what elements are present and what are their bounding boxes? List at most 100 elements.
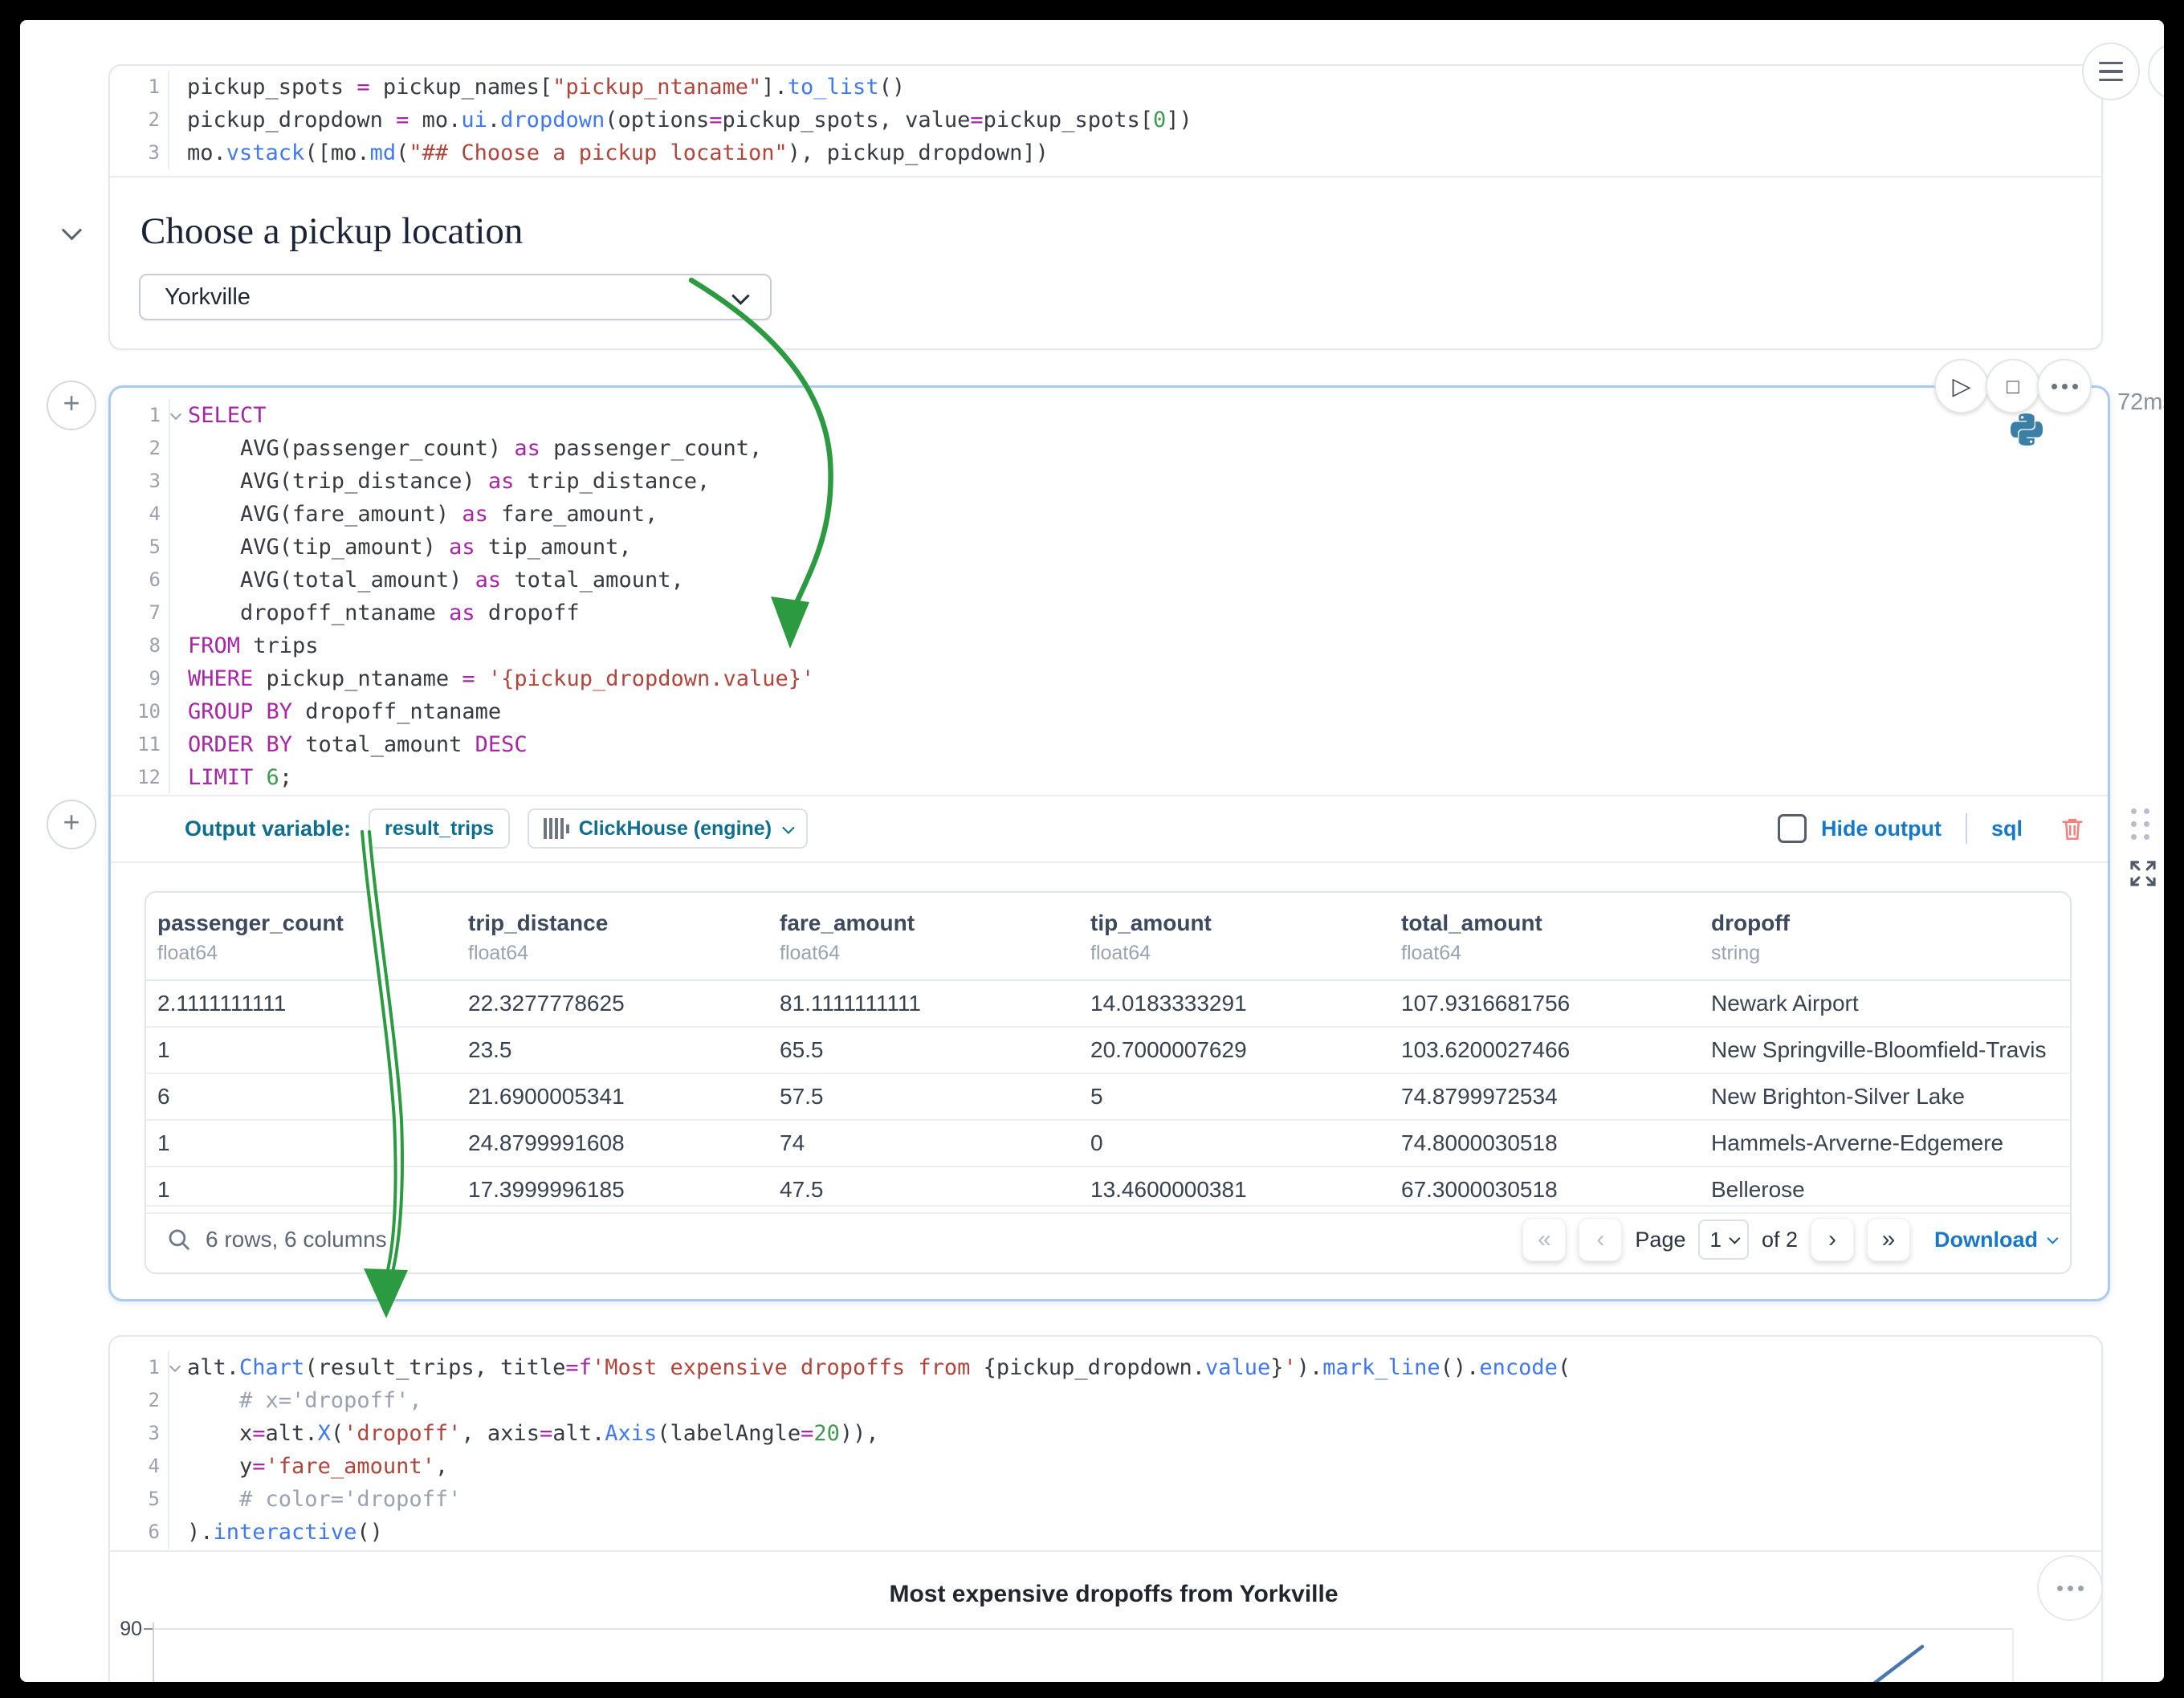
pagination: « ‹ Page 1 of 2 › » Download bbox=[1522, 1218, 2056, 1261]
line-number: 8 bbox=[111, 629, 169, 662]
table-cell: 0 bbox=[1079, 1130, 1390, 1156]
column-name: total_amount bbox=[1401, 910, 1700, 936]
line-number: 12 bbox=[111, 761, 169, 794]
clickhouse-icon bbox=[544, 818, 569, 839]
code-editor[interactable]: 1alt.Chart(result_trips, title=f'Most ex… bbox=[110, 1337, 2101, 1552]
table-row[interactable]: 123.565.520.7000007629103.6200027466New … bbox=[146, 1028, 2070, 1074]
next-page-button[interactable]: › bbox=[1811, 1218, 1854, 1261]
table-cell: Bellerose bbox=[1700, 1177, 2070, 1203]
stop-cell-button[interactable]: □ bbox=[1986, 359, 2040, 413]
pickup-location-dropdown[interactable]: Yorkville bbox=[139, 274, 772, 320]
table-row[interactable]: 124.879999160874074.8000030518Hammels-Ar… bbox=[146, 1121, 2070, 1167]
code-text: pickup_dropdown = mo.ui.dropdown(options… bbox=[168, 104, 2101, 136]
page-value: 1 bbox=[1709, 1228, 1721, 1252]
table-cell: 23.5 bbox=[457, 1037, 768, 1063]
column-header[interactable]: passenger_countfloat64 bbox=[146, 910, 457, 979]
line-number: 6 bbox=[110, 1516, 168, 1549]
chevron-down-icon bbox=[62, 220, 82, 240]
y-axis-line bbox=[153, 1623, 154, 1682]
add-cell-button[interactable]: + bbox=[47, 800, 96, 849]
column-name: dropoff bbox=[1711, 910, 2070, 936]
table-body: 2.111111111122.327777862581.111111111114… bbox=[146, 981, 2070, 1214]
column-header[interactable]: total_amountfloat64 bbox=[1390, 910, 1700, 979]
code-text: alt.Chart(result_trips, title=f'Most exp… bbox=[168, 1351, 2101, 1384]
line-number: 9 bbox=[111, 662, 169, 695]
table-cell: 74.8000030518 bbox=[1390, 1130, 1700, 1156]
menu-button[interactable] bbox=[2082, 43, 2140, 100]
page-select[interactable]: 1 bbox=[1698, 1220, 1748, 1260]
table-cell: 107.9316681756 bbox=[1390, 991, 1700, 1016]
line-number: 3 bbox=[110, 136, 168, 169]
delete-cell-button[interactable] bbox=[2058, 814, 2087, 843]
add-cell-button[interactable]: + bbox=[47, 381, 96, 430]
gridline bbox=[154, 1628, 2014, 1630]
expand-cell-button[interactable] bbox=[2125, 855, 2162, 896]
code-text: LIMIT 6; bbox=[169, 761, 2108, 794]
table-cell: 103.6200027466 bbox=[1390, 1037, 1700, 1063]
ellipsis-icon bbox=[2052, 384, 2078, 389]
line-number: 1 bbox=[110, 1351, 168, 1384]
code-line: 3 AVG(trip_distance) as trip_distance, bbox=[111, 465, 2108, 498]
column-header[interactable]: trip_distancefloat64 bbox=[457, 910, 768, 979]
language-badge[interactable]: sql bbox=[1991, 816, 2023, 841]
code-text: # x='dropoff', bbox=[168, 1384, 2101, 1417]
chevron-down-icon bbox=[731, 287, 750, 305]
table-cell: 13.4600000381 bbox=[1079, 1177, 1390, 1203]
column-header[interactable]: tip_amountfloat64 bbox=[1079, 910, 1390, 979]
line-number: 5 bbox=[111, 531, 169, 564]
plot-border bbox=[2012, 1628, 2014, 1682]
chart-cell: 1alt.Chart(result_trips, title=f'Most ex… bbox=[108, 1335, 2103, 1682]
output-variable-label: Output variable: bbox=[185, 816, 351, 841]
code-text: x=alt.X('dropoff', axis=alt.Axis(labelAn… bbox=[168, 1417, 2101, 1450]
table-cell: 21.6900005341 bbox=[457, 1084, 768, 1110]
stop-icon: □ bbox=[2007, 374, 2019, 399]
chevron-down-icon bbox=[2047, 1233, 2058, 1244]
column-header[interactable]: dropoffstring bbox=[1700, 910, 2070, 979]
table-cell: 17.3999996185 bbox=[457, 1177, 768, 1203]
code-line: 10GROUP BY dropoff_ntaname bbox=[111, 695, 2108, 728]
first-page-button[interactable]: « bbox=[1522, 1218, 1566, 1261]
row-count-summary: 6 rows, 6 columns bbox=[206, 1227, 387, 1252]
chart-title: Most expensive dropoffs from Yorkville bbox=[889, 1581, 1338, 1608]
table-cell: 81.1111111111 bbox=[768, 991, 1079, 1016]
collapse-output-button[interactable] bbox=[63, 224, 78, 242]
engine-label: ClickHouse (engine) bbox=[579, 817, 772, 841]
engine-selector[interactable]: ClickHouse (engine) bbox=[528, 808, 808, 849]
cell-options-button[interactable] bbox=[2037, 359, 2092, 413]
code-line: 5 # color='dropoff' bbox=[110, 1483, 2101, 1516]
table-cell: 2.1111111111 bbox=[146, 991, 457, 1016]
search-icon[interactable] bbox=[165, 1226, 193, 1253]
code-text: AVG(fare_amount) as fare_amount, bbox=[169, 498, 2108, 531]
table-row[interactable]: 621.690000534157.5574.8799972534New Brig… bbox=[146, 1074, 2070, 1121]
download-button[interactable]: Download bbox=[1934, 1228, 2056, 1252]
gear-icon bbox=[2159, 54, 2164, 89]
code-text: AVG(tip_amount) as tip_amount, bbox=[169, 531, 2108, 564]
settings-button[interactable] bbox=[2148, 43, 2164, 100]
runtime-badge: 72ms bbox=[2117, 389, 2164, 416]
line-number: 2 bbox=[110, 104, 168, 136]
drag-handle[interactable] bbox=[2131, 808, 2149, 840]
line-number: 1 bbox=[111, 399, 169, 432]
table-cell: 47.5 bbox=[768, 1177, 1079, 1203]
output-variable-badge[interactable]: result_trips bbox=[369, 808, 510, 849]
last-page-button[interactable]: » bbox=[1867, 1218, 1910, 1261]
column-header[interactable]: fare_amountfloat64 bbox=[768, 910, 1079, 979]
table-row[interactable]: 2.111111111122.327777862581.111111111114… bbox=[146, 981, 2070, 1028]
code-line: 1alt.Chart(result_trips, title=f'Most ex… bbox=[110, 1351, 2101, 1384]
line-number: 7 bbox=[111, 597, 169, 629]
line-number: 2 bbox=[110, 1384, 168, 1417]
column-name: tip_amount bbox=[1090, 910, 1390, 936]
run-cell-button[interactable]: ▷ bbox=[1934, 359, 1989, 413]
code-text: dropoff_ntaname as dropoff bbox=[169, 597, 2108, 629]
code-line: 3 x=alt.X('dropoff', axis=alt.Axis(label… bbox=[110, 1417, 2101, 1450]
code-text: AVG(passenger_count) as passenger_count, bbox=[169, 432, 2108, 465]
chart-options-button[interactable] bbox=[2037, 1555, 2103, 1621]
line-number: 2 bbox=[111, 432, 169, 465]
expand-icon bbox=[2125, 855, 2162, 892]
column-type: float64 bbox=[468, 942, 768, 965]
code-editor[interactable]: 1pickup_spots = pickup_names["pickup_nta… bbox=[110, 66, 2101, 177]
table-cell: 67.3000030518 bbox=[1390, 1177, 1700, 1203]
hide-output-checkbox[interactable] bbox=[1778, 814, 1807, 843]
prev-page-button[interactable]: ‹ bbox=[1579, 1218, 1622, 1261]
sql-editor[interactable]: 1SELECT2 AVG(passenger_count) as passeng… bbox=[111, 388, 2108, 796]
